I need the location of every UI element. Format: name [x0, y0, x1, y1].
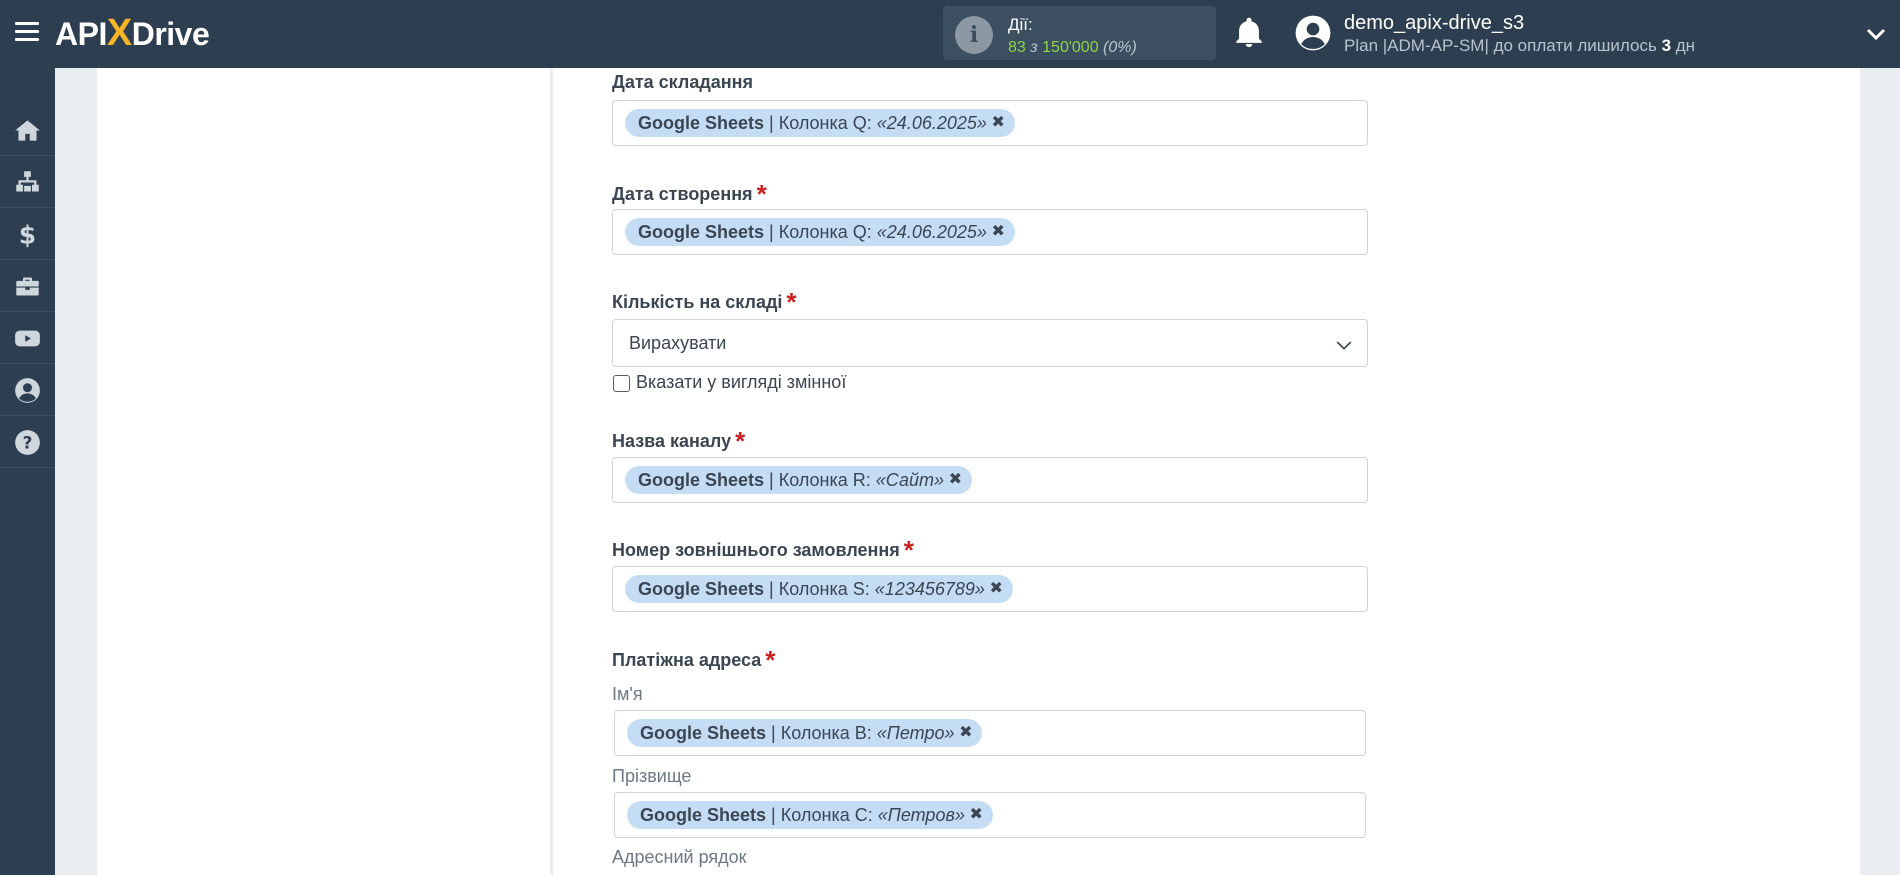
left-panel [97, 68, 550, 875]
info-icon: i [955, 16, 993, 54]
briefcase-icon [16, 277, 39, 296]
address-line-label: Адресний рядок [612, 847, 747, 867]
date-created-label: Дата створення * [612, 179, 767, 209]
date-compiled-field[interactable]: Google Sheets | Колонка Q: «24.06.2025» … [612, 100, 1368, 146]
svg-text:?: ? [23, 433, 33, 453]
mapping-tag: Google Sheets | Колонка R: «Сайт» ✖ [625, 466, 973, 494]
stock-quantity-select[interactable]: Вирахувати [612, 319, 1368, 367]
remove-tag-icon[interactable]: ✖ [959, 719, 972, 747]
youtube-icon [15, 330, 40, 347]
external-order-field[interactable]: Google Sheets | Колонка S: «123456789» ✖ [612, 566, 1368, 612]
channel-name-field[interactable]: Google Sheets | Колонка R: «Сайт» ✖ [612, 457, 1368, 503]
date-created-field[interactable]: Google Sheets | Колонка Q: «24.06.2025» … [612, 209, 1368, 255]
remove-tag-icon[interactable]: ✖ [949, 466, 962, 494]
external-order-label: Номер зовнішнього замовлення * [612, 535, 914, 565]
user-avatar-icon[interactable] [1294, 14, 1332, 52]
actions-value: 83 з 150'000 (0%) [1008, 39, 1137, 56]
logo[interactable]: APIXDrive [55, 12, 210, 55]
top-bar: APIXDrive i Дії: 83 з 150'000 (0%) demo_… [0, 0, 1900, 68]
menu-icon[interactable] [15, 22, 39, 42]
sidebar-item-connections[interactable] [0, 156, 55, 208]
actions-counter[interactable]: i Дії: 83 з 150'000 (0%) [943, 6, 1216, 60]
sidebar-item-help[interactable]: ? [0, 416, 55, 468]
bell-icon[interactable] [1232, 16, 1266, 50]
remove-tag-icon[interactable]: ✖ [991, 218, 1004, 246]
sidebar: $ ? [0, 68, 55, 875]
mapping-tag: Google Sheets | Колонка S: «123456789» ✖ [625, 575, 1013, 603]
user-name[interactable]: demo_apix-drive_s3 [1344, 12, 1524, 35]
sidebar-item-account[interactable] [0, 364, 55, 416]
sidebar-item-services[interactable] [0, 260, 55, 312]
user-plan: Plan |ADM-AP-SM| до оплати лишилось 3 дн [1344, 36, 1696, 55]
sidebar-item-video[interactable] [0, 312, 55, 364]
required-mark: * [903, 535, 914, 565]
mapping-tag: Google Sheets | Колонка B: «Петро» ✖ [627, 719, 983, 747]
mapping-tag: Google Sheets | Колонка Q: «24.06.2025» … [625, 218, 1015, 246]
chevron-down-icon[interactable] [1864, 22, 1888, 46]
svg-text:$: $ [19, 221, 36, 248]
required-mark: * [786, 287, 797, 317]
last-name-field[interactable]: Google Sheets | Колонка C: «Петров» ✖ [614, 792, 1366, 838]
variable-checkbox-label[interactable]: Вказати у вигляді змінної [636, 372, 846, 393]
select-value: Вирахувати [629, 333, 727, 353]
mapping-tag: Google Sheets | Колонка C: «Петров» ✖ [627, 801, 993, 829]
sitemap-icon [16, 171, 39, 192]
required-mark: * [756, 179, 767, 209]
mapping-tag: Google Sheets | Колонка Q: «24.06.2025» … [625, 109, 1015, 137]
dollar-icon: $ [19, 221, 36, 248]
stock-quantity-label: Кількість на складі * [612, 287, 797, 317]
sidebar-item-home[interactable] [0, 104, 55, 156]
user-circle-icon [15, 378, 40, 403]
help-icon: ? [15, 430, 40, 455]
required-mark: * [765, 645, 776, 675]
date-compiled-label: Дата складання [612, 72, 754, 92]
variable-checkbox[interactable] [613, 375, 630, 392]
first-name-label: Ім'я [612, 684, 643, 704]
billing-address-label: Платіжна адреса * [612, 645, 776, 675]
remove-tag-icon[interactable]: ✖ [969, 801, 982, 829]
first-name-field[interactable]: Google Sheets | Колонка B: «Петро» ✖ [614, 710, 1366, 756]
required-mark: * [735, 426, 746, 456]
remove-tag-icon[interactable]: ✖ [990, 575, 1003, 603]
last-name-label: Прізвище [612, 766, 692, 786]
actions-label: Дії: [1008, 15, 1033, 34]
chevron-down-icon [1336, 341, 1352, 350]
remove-tag-icon[interactable]: ✖ [991, 109, 1004, 137]
home-icon [15, 120, 40, 141]
sidebar-item-billing[interactable]: $ [0, 208, 55, 260]
channel-name-label: Назва каналу * [612, 426, 746, 456]
